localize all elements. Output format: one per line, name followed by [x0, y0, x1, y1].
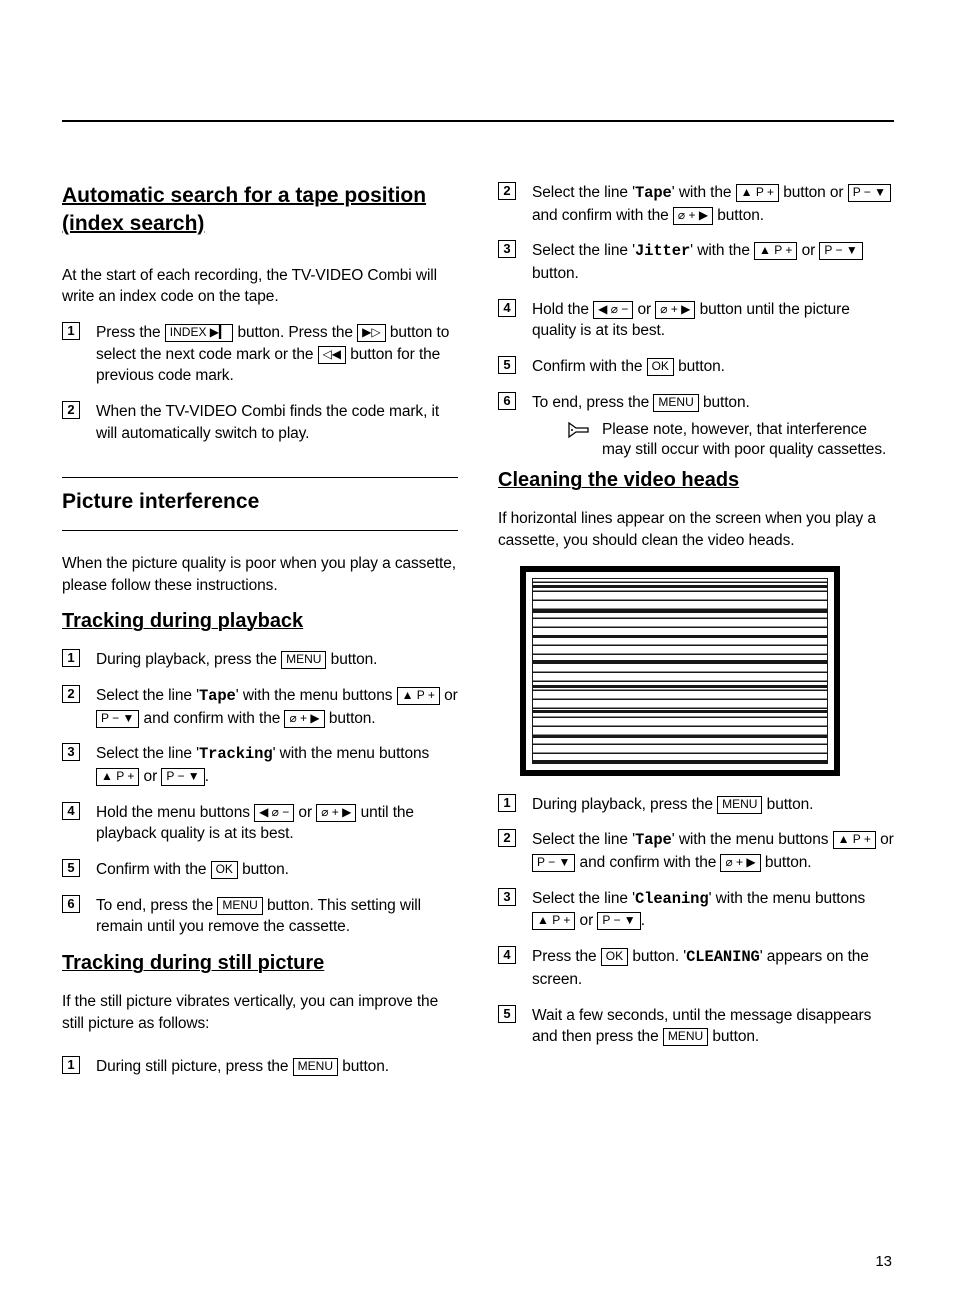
key-p-minus: P − ▼ — [532, 854, 575, 872]
pointer-icon — [566, 420, 594, 440]
key-p-minus: P − ▼ — [161, 768, 204, 786]
key-p-plus: ▲ P + — [833, 831, 876, 849]
heading-picture-interference: Picture interference — [62, 488, 259, 518]
key-a-plus: ⌀ + ▶ — [284, 710, 324, 728]
step-still-3: Select the line 'Jitter' with the ▲ P + … — [498, 240, 894, 284]
top-divider — [62, 120, 894, 122]
key-p-plus: ▲ P + — [397, 687, 440, 705]
key-p-minus: P − ▼ — [597, 912, 640, 930]
section-divider — [62, 477, 458, 478]
key-a-minus: ◀ ⌀ − — [254, 804, 294, 822]
key-ff: ▶▷ — [357, 324, 385, 342]
step-clean-4: Press the OK button. 'CLEANING' appears … — [498, 946, 894, 990]
step-tracking-4: Hold the menu buttons ◀ ⌀ − or ⌀ + ▶ unt… — [62, 802, 458, 845]
key-p-minus: P − ▼ — [819, 242, 862, 260]
key-a-minus: ◀ ⌀ − — [593, 301, 633, 319]
heading-tracking-still: Tracking during still picture — [62, 952, 458, 975]
key-menu: MENU — [281, 651, 326, 669]
step-tracking-2: Select the line 'Tape' with the menu but… — [62, 685, 458, 729]
step-index-2: When the TV-VIDEO Combi finds the code m… — [62, 401, 458, 444]
intro-tracking-still: If the still picture vibrates vertically… — [62, 991, 458, 1034]
intro-index-search: At the start of each recording, the TV-V… — [62, 265, 458, 308]
step-still-2: Select the line 'Tape' with the ▲ P + bu… — [498, 182, 894, 226]
key-a-plus: ⌀ + ▶ — [655, 301, 695, 319]
intro-cleaning: If horizontal lines appear on the screen… — [498, 508, 894, 551]
note-text: Please note, however, that interference … — [602, 421, 886, 459]
page-number: 13 — [875, 1253, 892, 1270]
heading-cleaning: Cleaning the video heads — [498, 469, 894, 492]
key-a-plus: ⌀ + ▶ — [316, 804, 356, 822]
step-tracking-6: To end, press the MENU button. This sett… — [62, 895, 458, 938]
step-tracking-1: During playback, press the MENU button. — [62, 649, 458, 671]
key-menu: MENU — [717, 796, 762, 814]
key-menu: MENU — [293, 1058, 338, 1076]
heading-index-search: Automatic search for a tape position (in… — [62, 182, 458, 241]
key-menu: MENU — [653, 394, 698, 412]
key-index: INDEX ▶▎ — [165, 324, 233, 342]
step-clean-5: Wait a few seconds, until the message di… — [498, 1005, 894, 1048]
key-p-plus: ▲ P + — [532, 912, 575, 930]
key-p-plus: ▲ P + — [96, 768, 139, 786]
illustration-noisy-screen — [520, 566, 840, 776]
step-index-1: Press the INDEX ▶▎ button. Press the ▶▷ … — [62, 322, 458, 387]
key-a-plus: ⌀ + ▶ — [720, 854, 760, 872]
heading-underline — [62, 530, 458, 531]
key-p-plus: ▲ P + — [754, 242, 797, 260]
key-rew: ◁◀ — [318, 346, 346, 364]
key-menu: MENU — [217, 897, 262, 915]
step-clean-2: Select the line 'Tape' with the menu but… — [498, 829, 894, 873]
step-tracking-3: Select the line 'Tracking' with the menu… — [62, 743, 458, 787]
key-menu: MENU — [663, 1028, 708, 1046]
key-ok: OK — [601, 948, 628, 966]
step-tracking-5: Confirm with the OK button. — [62, 859, 458, 881]
key-ok: OK — [647, 358, 674, 376]
key-a-plus: ⌀ + ▶ — [673, 207, 713, 225]
step-still-6: To end, press the MENU button. Please no… — [498, 392, 894, 462]
step-clean-1: During playback, press the MENU button. — [498, 794, 894, 816]
step-still-1: During still picture, press the MENU but… — [62, 1056, 458, 1078]
intro-picture-interference: When the picture quality is poor when yo… — [62, 553, 458, 596]
step-still-4: Hold the ◀ ⌀ − or ⌀ + ▶ button until the… — [498, 299, 894, 342]
heading-tracking-playback: Tracking during playback — [62, 610, 458, 633]
key-p-plus: ▲ P + — [736, 184, 779, 202]
step-clean-3: Select the line 'Cleaning' with the menu… — [498, 888, 894, 932]
key-p-minus: P − ▼ — [848, 184, 891, 202]
key-p-minus: P − ▼ — [96, 710, 139, 728]
step-still-5: Confirm with the OK button. — [498, 356, 894, 378]
key-ok: OK — [211, 861, 238, 879]
